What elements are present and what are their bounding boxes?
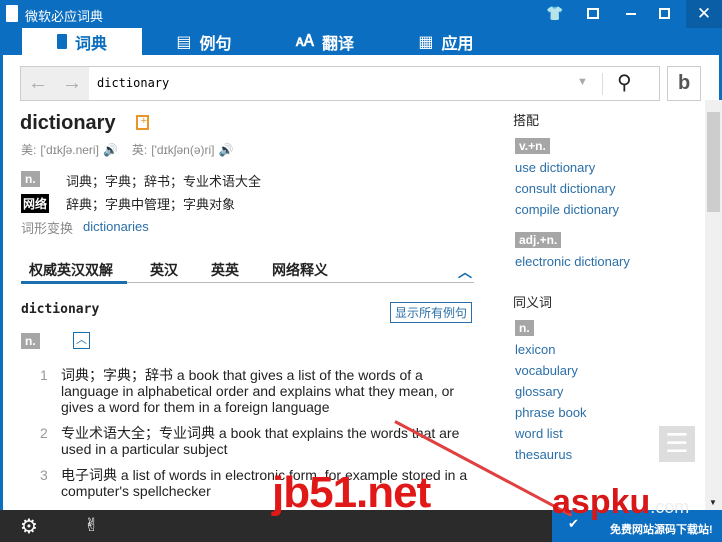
inflection-label: 词形变换 (21, 221, 74, 236)
divider (602, 73, 603, 95)
synonyms-title: 同义词 (513, 295, 553, 310)
minimize-icon[interactable] (626, 13, 636, 15)
subtab-en-en[interactable]: 英英 (211, 260, 239, 280)
jb51-watermark: jb51.net (272, 468, 431, 517)
back-arrow-icon[interactable]: ← (28, 72, 48, 95)
mini-mode-icon[interactable] (587, 8, 599, 19)
collapse-chevron-icon[interactable]: ︿ (458, 262, 472, 282)
headword: dictionary (20, 112, 116, 134)
forward-arrow-icon[interactable]: → (62, 72, 82, 95)
window-border (0, 55, 3, 510)
synonym-link[interactable]: thesaurus (515, 447, 572, 462)
sense-item: 1 词典；字典；辞书 a book that gives a list of th… (40, 367, 455, 415)
tab-apps[interactable]: ▦ 应用 (386, 28, 506, 55)
scrollbar[interactable]: ▼ (705, 100, 722, 510)
pronunciation: 美: ['dɪkʃə.neri] 🔊 英: ['dɪkʃən(ə)ri] 🔊 (21, 142, 234, 158)
collocation-link[interactable]: electronic dictionary (515, 254, 630, 269)
pos-tag: n. (21, 333, 40, 349)
search-icon[interactable]: ⚲ (617, 70, 632, 95)
shirt-icon[interactable]: 👕 (546, 5, 563, 22)
maximize-icon[interactable] (659, 8, 670, 19)
settings-gear-icon[interactable]: ⚙ (20, 514, 38, 539)
section-headword: dictionary (21, 302, 100, 317)
speaker-icon[interactable]: 🔊 (103, 143, 118, 157)
synonym-link[interactable]: word list (515, 426, 563, 441)
add-to-wordbook-icon[interactable]: + (136, 115, 149, 130)
close-icon[interactable]: ✕ (686, 0, 722, 28)
subtab-authoritative[interactable]: 权威英汉双解 (29, 260, 113, 280)
book-icon (56, 34, 67, 49)
synonym-link[interactable]: lexicon (515, 342, 555, 357)
collocation-link[interactable]: use dictionary (515, 160, 595, 175)
search-input[interactable] (97, 73, 567, 93)
history-nav: ← → (21, 67, 89, 100)
main-tabs: 词典 ▤ 例句 🗚 翻译 ▦ 应用 (0, 28, 722, 55)
collocations-title: 搭配 (513, 113, 540, 128)
synonym-link[interactable]: glossary (515, 384, 563, 399)
scroll-down-icon[interactable]: ▼ (709, 498, 717, 507)
aspku-watermark: aspku.com (552, 483, 690, 521)
aspku-tagline: 免费网站源码下载站! (610, 524, 713, 536)
synonym-link[interactable]: vocabulary (515, 363, 578, 378)
collocation-link[interactable]: consult dictionary (515, 181, 615, 196)
list-icon: ▤ (176, 33, 192, 51)
outline-menu-icon[interactable]: ☰ (659, 426, 695, 462)
bing-logo-icon: b (678, 72, 691, 94)
window-title: 微软必应词典 (25, 9, 104, 24)
tab-examples[interactable]: ▤ 例句 (144, 28, 264, 55)
synonym-link[interactable]: phrase book (515, 405, 587, 420)
inflection-link[interactable]: dictionaries (83, 219, 149, 234)
title-bar: 微软必应词典 👕 ✕ (0, 0, 722, 28)
active-subtab-indicator (21, 281, 127, 284)
tab-translate[interactable]: 🗚 翻译 (265, 28, 385, 55)
bing-button[interactable]: b (667, 66, 701, 101)
subtab-en-zh[interactable]: 英汉 (150, 260, 178, 280)
translate-icon: 🗚 (295, 32, 315, 50)
apps-icon: ▦ (418, 33, 434, 51)
definition-row: 网络 辞典；字典中管理；字典对象 (21, 194, 235, 213)
pin-icon[interactable]: ✌ (84, 515, 99, 536)
subtab-web[interactable]: 网络释义 (272, 260, 328, 280)
search-box: ←→ ▼ ⚲ (20, 66, 660, 101)
definition-row: n. 词典；字典；辞书；专业术语大全 (21, 171, 261, 189)
tab-dictionary[interactable]: 词典 (22, 28, 142, 55)
app-logo-icon (6, 5, 18, 22)
scrollbar-thumb[interactable] (707, 112, 720, 212)
speaker-icon[interactable]: 🔊 (218, 143, 233, 157)
collapse-sense-icon[interactable]: ︿ (73, 332, 90, 349)
dropdown-arrow-icon[interactable]: ▼ (577, 76, 588, 88)
collocation-link[interactable]: compile dictionary (515, 202, 619, 217)
show-all-examples-button[interactable]: 显示所有例句 (390, 302, 473, 323)
